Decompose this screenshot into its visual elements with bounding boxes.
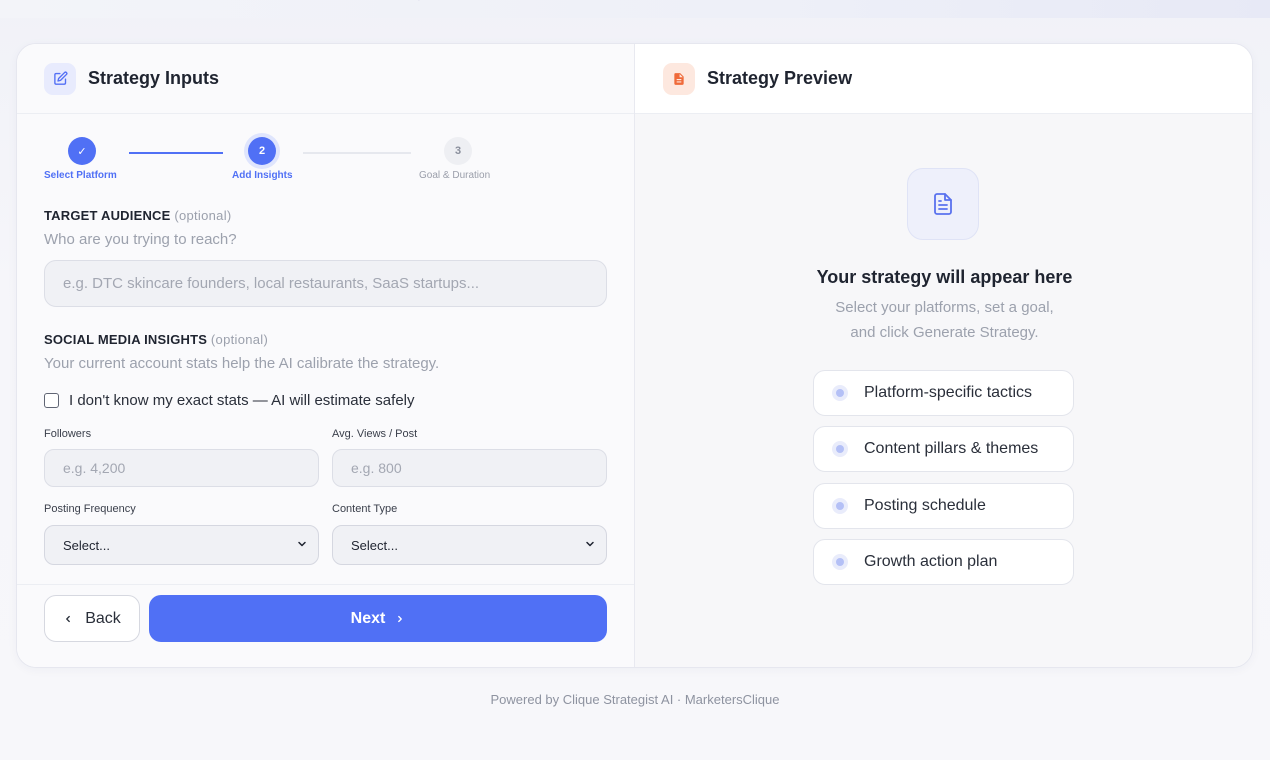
- step-2-number: 2: [258, 145, 266, 157]
- insights-title: SOCIAL MEDIA INSIGHTS (optional): [44, 332, 268, 347]
- target-audience-heading: TARGET AUDIENCE: [44, 208, 171, 223]
- target-audience-input[interactable]: [44, 260, 607, 307]
- empty-state-subtitle-1: Select your platforms, set a goal,: [835, 299, 1054, 316]
- inputs-form: ✓ Select Platform 2 Add Insights 3 Goal …: [17, 114, 634, 584]
- empty-state-subtitle-2: and click Generate Strategy.: [850, 324, 1039, 341]
- bullet-dot: [836, 445, 844, 453]
- content-type-value: Select...: [351, 537, 398, 553]
- feature-item: Posting schedule: [813, 483, 1074, 529]
- back-button-label: Back: [85, 609, 121, 627]
- feature-item: Platform-specific tactics: [813, 370, 1074, 416]
- feature-label: Platform-specific tactics: [864, 384, 1033, 401]
- document-icon: [663, 62, 695, 95]
- bullet-dot: [836, 389, 844, 397]
- estimate-stats-checkbox[interactable]: [44, 393, 59, 408]
- inputs-panel-title: Strategy Inputs: [88, 68, 220, 88]
- next-button[interactable]: Next: [149, 595, 607, 642]
- chevron-left-icon: [63, 614, 73, 624]
- step-1-circle[interactable]: ✓: [68, 137, 96, 165]
- chevron-down-icon: [584, 538, 596, 553]
- content-type-label: Content Type: [332, 503, 398, 515]
- step-3-circle[interactable]: 3: [444, 137, 472, 165]
- step-3-number: 3: [454, 145, 462, 157]
- chevron-right-icon: [395, 614, 405, 624]
- estimate-stats-label[interactable]: I don't know my exact stats — AI will es…: [69, 392, 415, 409]
- feature-item: Growth action plan: [813, 539, 1074, 585]
- back-button[interactable]: Back: [44, 595, 140, 642]
- feature-label: Posting schedule: [864, 497, 986, 514]
- avg-views-label: Avg. Views / Post: [332, 428, 418, 440]
- step-connector-2: [303, 152, 411, 154]
- step-3-label: Goal & Duration: [419, 170, 491, 181]
- inputs-panel: Strategy Inputs ✓ Select Platform 2 Add …: [17, 44, 635, 667]
- empty-state-title: Your strategy will appear here: [816, 267, 1073, 287]
- posting-frequency-select[interactable]: Select...: [44, 525, 319, 565]
- target-audience-subtitle: Who are you trying to reach?: [44, 231, 237, 248]
- preview-panel: Strategy Preview Your strategy will appe…: [635, 44, 1252, 667]
- document-placeholder-icon: [907, 168, 979, 240]
- feature-label: Content pillars & themes: [864, 440, 1039, 457]
- bullet-dot: [836, 558, 844, 566]
- step-2-label: Add Insights: [232, 170, 293, 181]
- optional-tag: (optional): [210, 332, 269, 347]
- feature-item: Content pillars & themes: [813, 426, 1074, 472]
- insights-subtitle: Your current account stats help the AI c…: [44, 355, 440, 372]
- followers-label: Followers: [44, 428, 92, 440]
- check-icon: ✓: [77, 145, 87, 158]
- step-2-circle[interactable]: 2: [248, 137, 276, 165]
- posting-frequency-label: Posting Frequency: [44, 503, 136, 515]
- target-audience-title: TARGET AUDIENCE (optional): [44, 208, 232, 223]
- next-button-label: Next: [350, 609, 386, 627]
- followers-input[interactable]: [44, 449, 319, 487]
- step-1-label: Select Platform: [44, 170, 117, 181]
- inputs-panel-header: Strategy Inputs: [17, 44, 634, 114]
- inputs-footer: Back Next: [17, 584, 634, 667]
- edit-icon: [44, 62, 76, 95]
- bullet-dot: [836, 502, 844, 510]
- posting-frequency-value: Select...: [63, 537, 110, 553]
- chevron-down-icon: [296, 538, 308, 553]
- preview-panel-title: Strategy Preview: [707, 68, 853, 88]
- optional-tag: (optional): [174, 208, 232, 223]
- strategy-card: Strategy Inputs ✓ Select Platform 2 Add …: [16, 43, 1253, 668]
- preview-panel-header: Strategy Preview: [635, 44, 1252, 114]
- footer-credit: Powered by Clique Strategist AI · Market…: [490, 692, 780, 707]
- feature-label: Growth action plan: [864, 553, 998, 570]
- avg-views-input[interactable]: [332, 449, 607, 487]
- estimate-stats-row[interactable]: I don't know my exact stats — AI will es…: [44, 392, 415, 409]
- insights-heading: SOCIAL MEDIA INSIGHTS: [44, 332, 208, 347]
- top-decoration: [0, 0, 1270, 18]
- step-connector-1: [129, 152, 223, 154]
- content-type-select[interactable]: Select...: [332, 525, 607, 565]
